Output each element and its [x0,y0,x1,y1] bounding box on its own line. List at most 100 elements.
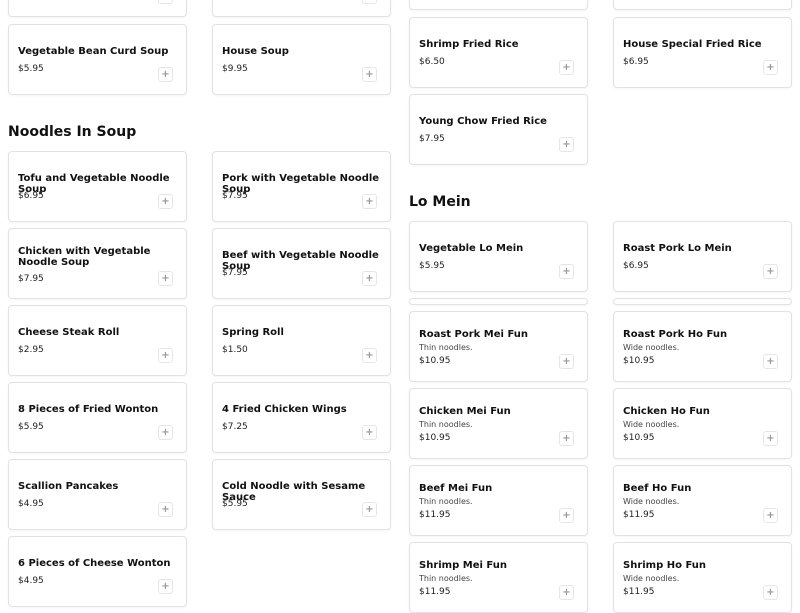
menu-item-name: Vegetable Lo Mein [419,243,524,254]
menu-item-price: $11.95 [623,510,655,520]
menu-item-price: $5.95 [18,422,44,432]
add-to-cart-button[interactable]: + [559,264,574,279]
menu-item-name: House Soup [222,46,289,57]
menu-item-card[interactable]: Chicken Mei Fun Thin noodles. $10.95 + [409,388,588,459]
add-to-cart-button[interactable]: + [559,508,574,523]
menu-item-card[interactable]: Young Chow Fried Rice $7.95 + [409,94,588,165]
menu-item-card[interactable]: 8 Pieces of Fried Wonton $5.95 + [8,382,187,453]
add-to-cart-button[interactable]: + [158,0,173,4]
menu-item-description: Wide noodles. [623,497,680,506]
menu-item-description: Thin noodles. [419,574,473,583]
add-to-cart-button[interactable]: + [763,354,778,369]
menu-card-partial[interactable]: + [8,0,187,17]
menu-card-partial[interactable]: + [212,0,391,17]
add-to-cart-button[interactable]: + [763,60,778,75]
menu-item-card[interactable]: 6 Pieces of Cheese Wonton $4.95 + [8,536,187,607]
menu-item-price: $11.95 [419,587,451,597]
add-to-cart-button[interactable]: + [362,502,377,517]
menu-item-card[interactable]: House Special Fried Rice $6.95 + [613,17,792,88]
menu-item-card[interactable]: Beef Ho Fun Wide noodles. $11.95 + [613,465,792,536]
menu-item-name: Cheese Steak Roll [18,327,120,338]
menu-item-description: Thin noodles. [419,420,473,429]
menu-item-card[interactable]: Chicken Ho Fun Wide noodles. $10.95 + [613,388,792,459]
menu-item-description: Thin noodles. [419,497,473,506]
add-to-cart-button[interactable]: + [158,502,173,517]
menu-item-price: $4.95 [18,499,44,509]
add-to-cart-button[interactable]: + [362,271,377,286]
menu-item-card[interactable]: Shrimp Mei Fun Thin noodles. $11.95 + [409,542,588,613]
menu-item-card[interactable]: Roast Pork Lo Mein $6.95 + [613,221,792,292]
add-to-cart-button[interactable]: + [362,425,377,440]
menu-item-name: Roast Pork Ho Fun [623,329,728,340]
menu-item-card[interactable]: Pork with Vegetable Noodle Soup $7.95 + [212,151,391,222]
menu-card-partial[interactable] [409,298,588,305]
menu-item-name: 4 Fried Chicken Wings [222,404,347,415]
menu-item-card[interactable]: Spring Roll $1.50 + [212,305,391,376]
add-to-cart-button[interactable]: + [158,67,173,82]
add-to-cart-button[interactable]: + [158,425,173,440]
menu-item-name: Chicken Mei Fun [419,406,511,417]
menu-card-partial[interactable] [613,0,792,10]
add-to-cart-button[interactable]: + [763,508,778,523]
menu-item-price: $6.95 [623,261,649,271]
menu-item-card[interactable]: Vegetable Lo Mein $5.95 + [409,221,588,292]
menu-item-name: Roast Pork Lo Mein [623,243,732,254]
menu-item-card[interactable]: Cold Noodle with Sesame Sauce $5.95 + [212,459,391,530]
menu-item-price: $6.50 [419,57,445,67]
menu-card-partial[interactable] [613,298,792,305]
menu-item-price: $5.95 [18,64,44,74]
add-to-cart-button[interactable]: + [158,194,173,209]
add-to-cart-button[interactable]: + [362,348,377,363]
add-to-cart-button[interactable]: + [763,431,778,446]
menu-item-name: Vegetable Bean Curd Soup [18,46,169,57]
menu-item-card[interactable]: Chicken with Vegetable Noodle Soup $7.95… [8,228,187,299]
menu-card-partial[interactable] [409,0,588,10]
section-title-noodles-in-soup: Noodles In Soup [8,124,137,140]
add-to-cart-button[interactable]: + [158,348,173,363]
add-to-cart-button[interactable]: + [362,194,377,209]
menu-item-price: $7.95 [222,191,248,201]
menu-item-name: House Special Fried Rice [623,39,762,50]
menu-item-name: 6 Pieces of Cheese Wonton [18,558,171,569]
menu-item-description: Wide noodles. [623,574,680,583]
add-to-cart-button[interactable]: + [763,585,778,600]
menu-item-price: $7.95 [419,134,445,144]
add-to-cart-button[interactable]: + [559,354,574,369]
menu-item-card[interactable]: Beef with Vegetable Noodle Soup $7.95 + [212,228,391,299]
menu-item-card[interactable]: 4 Fried Chicken Wings $7.25 + [212,382,391,453]
add-to-cart-button[interactable]: + [559,60,574,75]
add-to-cart-button[interactable]: + [559,137,574,152]
add-to-cart-button[interactable]: + [559,431,574,446]
add-to-cart-button[interactable]: + [362,0,377,4]
menu-item-card[interactable]: Tofu and Vegetable Noodle Soup $6.95 + [8,151,187,222]
add-to-cart-button[interactable]: + [763,264,778,279]
menu-item-card[interactable]: Shrimp Fried Rice $6.50 + [409,17,588,88]
menu-item-card[interactable]: House Soup $9.95 + [212,24,391,95]
menu-item-price: $7.25 [222,422,248,432]
menu-item-price: $11.95 [419,510,451,520]
menu-item-price: $1.50 [222,345,248,355]
menu-item-price: $11.95 [623,587,655,597]
menu-item-price: $10.95 [623,356,655,366]
add-to-cart-button[interactable]: + [362,67,377,82]
add-to-cart-button[interactable]: + [158,271,173,286]
menu-item-price: $6.95 [623,57,649,67]
menu-item-description: Thin noodles. [419,343,473,352]
menu-item-name: Chicken Ho Fun [623,406,710,417]
menu-item-card[interactable]: Scallion Pancakes $4.95 + [8,459,187,530]
menu-item-price: $5.95 [222,499,248,509]
menu-item-card[interactable]: Cheese Steak Roll $2.95 + [8,305,187,376]
menu-item-price: $6.95 [18,191,44,201]
menu-item-price: $10.95 [419,433,451,443]
menu-item-card[interactable]: Vegetable Bean Curd Soup $5.95 + [8,24,187,95]
menu-item-card[interactable]: Shrimp Ho Fun Wide noodles. $11.95 + [613,542,792,613]
menu-item-name: Young Chow Fried Rice [419,116,547,127]
menu-item-name: Shrimp Mei Fun [419,560,507,571]
menu-item-card[interactable]: Roast Pork Mei Fun Thin noodles. $10.95 … [409,311,588,382]
add-to-cart-button[interactable]: + [559,585,574,600]
menu-item-price: $7.95 [18,274,44,284]
menu-item-card[interactable]: Beef Mei Fun Thin noodles. $11.95 + [409,465,588,536]
add-to-cart-button[interactable]: + [158,579,173,594]
menu-item-card[interactable]: Roast Pork Ho Fun Wide noodles. $10.95 + [613,311,792,382]
section-title-lo-mein: Lo Mein [409,194,471,210]
